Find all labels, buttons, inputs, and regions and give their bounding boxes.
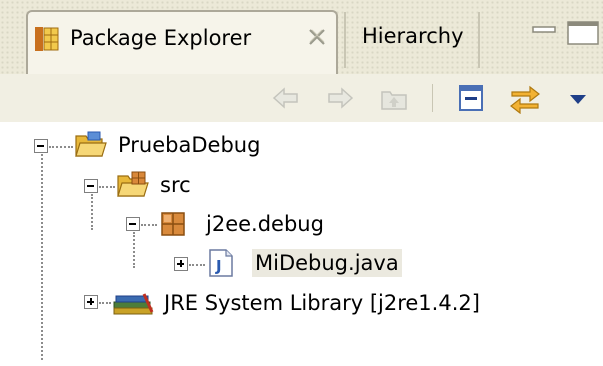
source-folder-icon (116, 170, 150, 204)
tree-connector (141, 224, 157, 226)
tree-connector (99, 186, 115, 188)
tree-connector (133, 232, 135, 268)
package-explorer-icon (34, 26, 60, 56)
project-folder-icon (74, 130, 108, 164)
link-with-editor-icon[interactable] (508, 82, 540, 115)
collapse-toggle[interactable] (126, 217, 140, 231)
package-explorer-tree: PruebaDebug src j2ee.debug J MiDebug.jav… (0, 122, 603, 366)
java-file-icon: J (208, 248, 234, 282)
tree-node-jre-library[interactable]: JRE System Library [j2re1.4.2] (164, 289, 480, 317)
tree-connector (49, 146, 73, 148)
tree-node-src[interactable]: src (160, 171, 191, 199)
minimize-icon[interactable] (532, 20, 558, 39)
tree-node-java-file[interactable]: MiDebug.java (252, 249, 402, 277)
svg-text:J: J (215, 257, 222, 275)
toolbar-separator (432, 84, 433, 112)
tab-package-explorer-label: Package Explorer (70, 26, 252, 50)
view-toolbar (0, 74, 603, 123)
forward-arrow-icon[interactable] (324, 82, 356, 114)
collapse-toggle[interactable] (34, 139, 48, 153)
tree-connector (189, 264, 205, 266)
up-folder-icon[interactable] (378, 82, 410, 114)
view-menu-icon[interactable] (566, 82, 598, 114)
tree-connector (41, 154, 43, 360)
maximize-icon[interactable] (566, 20, 603, 50)
tab-hierarchy[interactable]: Hierarchy (344, 12, 480, 68)
collapse-all-icon[interactable] (456, 82, 488, 114)
tab-hierarchy-label: Hierarchy (362, 24, 464, 48)
package-icon (160, 211, 186, 241)
tree-connector (99, 302, 111, 304)
collapse-toggle[interactable] (84, 179, 98, 193)
tree-connector (91, 194, 93, 230)
close-icon[interactable] (306, 26, 328, 52)
expand-toggle[interactable] (174, 257, 188, 271)
back-arrow-icon[interactable] (270, 82, 302, 114)
view-tab-bar: Package Explorer Hierarchy (0, 0, 603, 74)
library-icon (112, 288, 156, 320)
tree-node-project[interactable]: PruebaDebug (118, 131, 260, 159)
tree-node-package[interactable]: j2ee.debug (206, 210, 324, 238)
tab-package-explorer[interactable]: Package Explorer (26, 10, 338, 74)
expand-toggle[interactable] (84, 295, 98, 309)
